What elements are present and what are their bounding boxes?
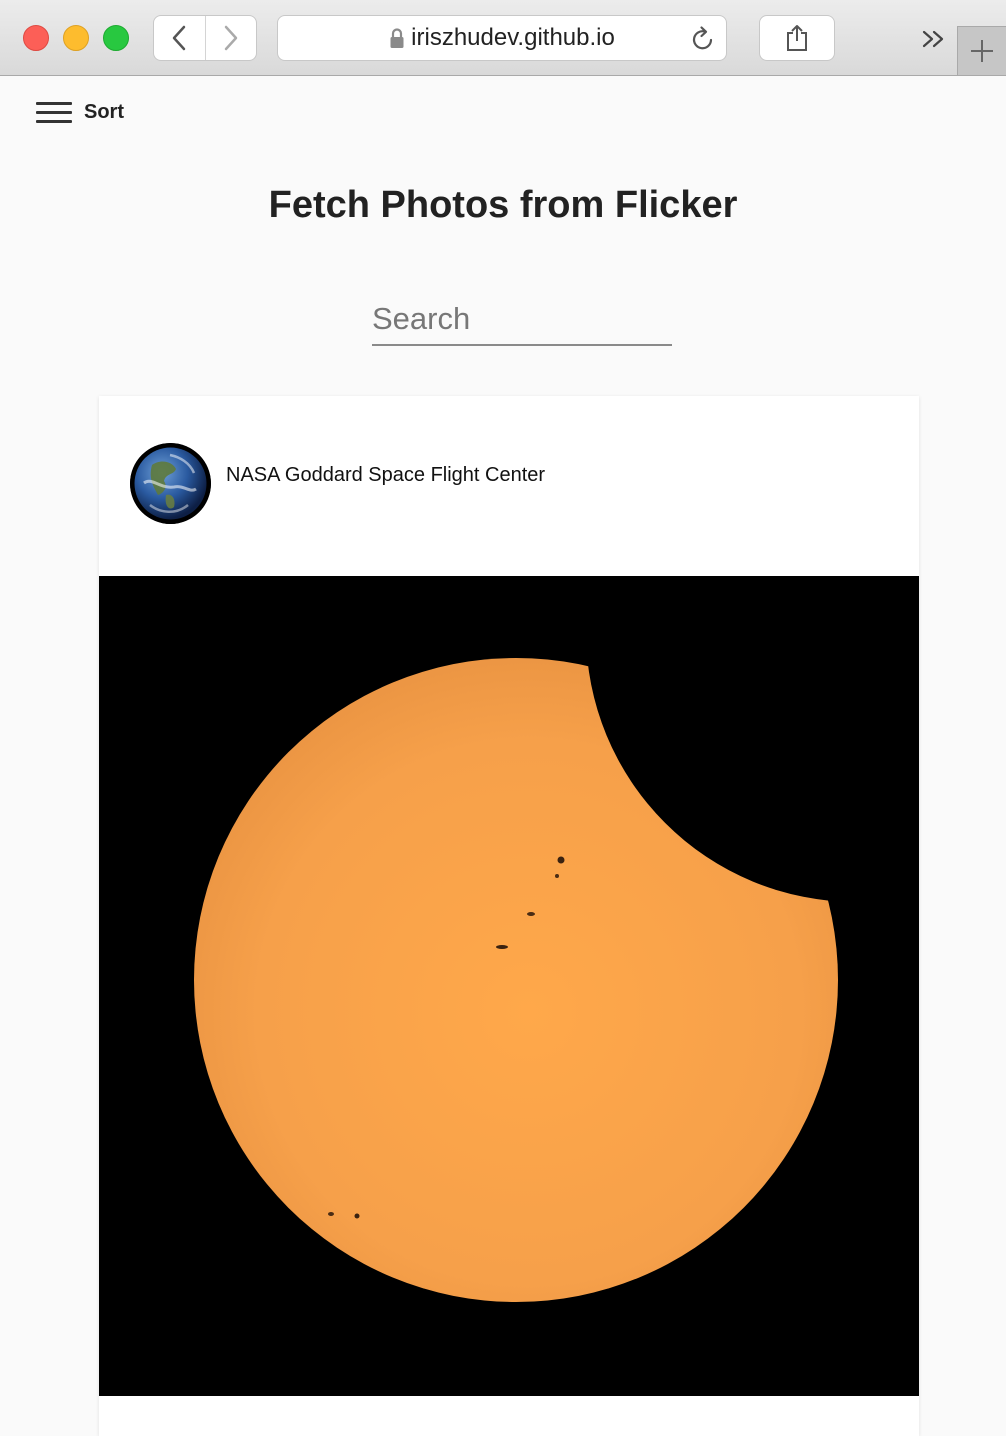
window-maximize-button[interactable] — [103, 25, 129, 51]
photo-image[interactable] — [99, 362, 1006, 1396]
history-navigation — [153, 15, 257, 61]
new-tab-button[interactable] — [957, 26, 1006, 75]
photo-author[interactable]: NASA Goddard Space Flight Center — [226, 464, 545, 487]
hamburger-icon — [36, 100, 72, 124]
plus-icon — [971, 40, 993, 62]
double-chevron-icon — [922, 30, 944, 48]
window-close-button[interactable] — [23, 25, 49, 51]
sort-menu-toggle[interactable]: Sort — [36, 100, 124, 124]
browser-toolbar: iriszhudev.github.io — [0, 0, 1006, 76]
lock-icon — [390, 28, 404, 48]
url-text: iriszhudev.github.io — [411, 24, 615, 51]
sort-label: Sort — [84, 100, 124, 123]
back-button[interactable] — [154, 16, 205, 60]
reload-icon[interactable] — [690, 25, 716, 53]
more-tabs-button[interactable] — [916, 24, 952, 54]
photo-card-header: NASA Goddard Space Flight Center — [99, 396, 919, 576]
window-minimize-button[interactable] — [63, 25, 89, 51]
solar-eclipse-image — [99, 362, 1006, 1396]
forward-button[interactable] — [204, 16, 257, 60]
share-icon — [787, 25, 807, 51]
share-button[interactable] — [759, 15, 835, 61]
avatar[interactable] — [130, 443, 211, 524]
address-bar[interactable]: iriszhudev.github.io — [277, 15, 727, 61]
chevron-left-icon — [173, 25, 186, 51]
earth-avatar-icon — [130, 443, 211, 524]
page-title: Fetch Photos from Flicker — [268, 184, 738, 226]
search-input[interactable] — [372, 294, 672, 346]
photo-card: NASA Goddard Space Flight Center — [99, 362, 1006, 1436]
chevron-right-icon — [224, 25, 237, 51]
